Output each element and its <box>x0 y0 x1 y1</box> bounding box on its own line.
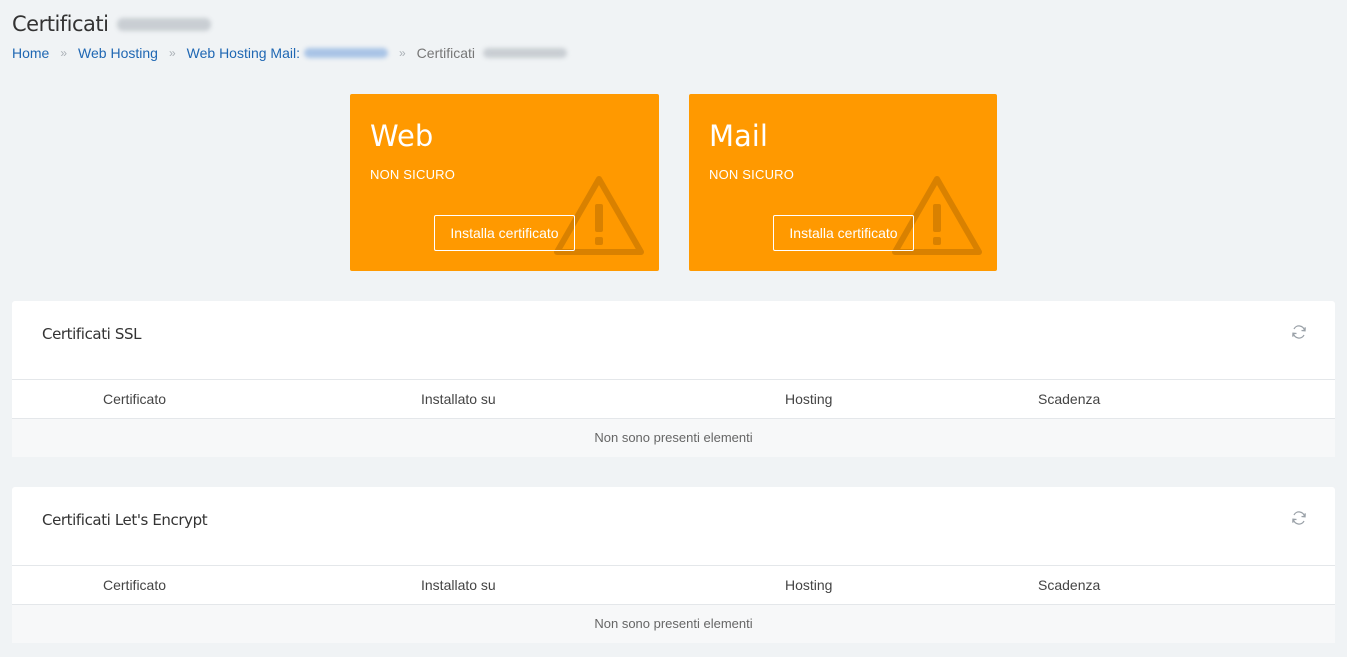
breadcrumb: Home » Web Hosting » Web Hosting Mail: »… <box>12 45 567 61</box>
card-status: NON SICURO <box>370 167 456 182</box>
table-header: Certificato Installato su Hosting Scaden… <box>12 380 1335 419</box>
letsencrypt-certificates-panel: Certificati Let's Encrypt Certificato In… <box>12 487 1335 643</box>
column-header-certificate[interactable]: Certificato <box>103 391 166 407</box>
breadcrumb-separator: » <box>168 46 176 60</box>
column-header-expiry[interactable]: Scadenza <box>1038 577 1100 593</box>
card-title: Web <box>370 119 434 153</box>
card-status: NON SICURO <box>709 167 795 182</box>
column-header-hosting[interactable]: Hosting <box>785 577 832 593</box>
mail-status-card: Mail NON SICURO Installa certificato <box>689 94 997 271</box>
breadcrumb-web-hosting-mail-label: Web Hosting Mail: <box>186 45 300 61</box>
page-title: Certificati <box>12 12 109 36</box>
empty-table-message: Non sono presenti elementi <box>12 605 1335 643</box>
install-mail-certificate-button[interactable]: Installa certificato <box>773 215 914 251</box>
page: Certificati Home » Web Hosting » Web Hos… <box>0 0 1347 657</box>
redacted-domain <box>116 17 211 31</box>
panel-header: Certificati SSL <box>12 301 1335 380</box>
breadcrumb-current-label: Certificati <box>416 45 476 61</box>
breadcrumb-web-hosting[interactable]: Web Hosting <box>78 45 158 61</box>
panel-title: Certificati Let's Encrypt <box>42 511 208 529</box>
breadcrumb-home[interactable]: Home <box>12 45 49 61</box>
refresh-icon[interactable] <box>1291 510 1307 526</box>
column-header-installed-on[interactable]: Installato su <box>421 391 496 407</box>
table-header: Certificato Installato su Hosting Scaden… <box>12 566 1335 605</box>
column-header-installed-on[interactable]: Installato su <box>421 577 496 593</box>
redacted-domain <box>303 48 388 58</box>
web-status-card: Web NON SICURO Installa certificato <box>350 94 659 271</box>
refresh-icon[interactable] <box>1291 324 1307 340</box>
install-web-certificate-button[interactable]: Installa certificato <box>434 215 575 251</box>
breadcrumb-web-hosting-mail[interactable]: Web Hosting Mail: <box>187 45 388 61</box>
breadcrumb-current: Certificati <box>417 45 567 61</box>
panel-title: Certificati SSL <box>42 325 142 343</box>
breadcrumb-separator: » <box>60 46 68 60</box>
breadcrumb-separator: » <box>398 46 406 60</box>
panel-header: Certificati Let's Encrypt <box>12 487 1335 566</box>
page-header: Certificati <box>12 12 211 36</box>
card-title: Mail <box>709 119 768 153</box>
column-header-certificate[interactable]: Certificato <box>103 577 166 593</box>
column-header-hosting[interactable]: Hosting <box>785 391 832 407</box>
ssl-certificates-panel: Certificati SSL Certificato Installato s… <box>12 301 1335 457</box>
empty-table-message: Non sono presenti elementi <box>12 419 1335 457</box>
column-header-expiry[interactable]: Scadenza <box>1038 391 1100 407</box>
redacted-domain <box>482 48 567 58</box>
